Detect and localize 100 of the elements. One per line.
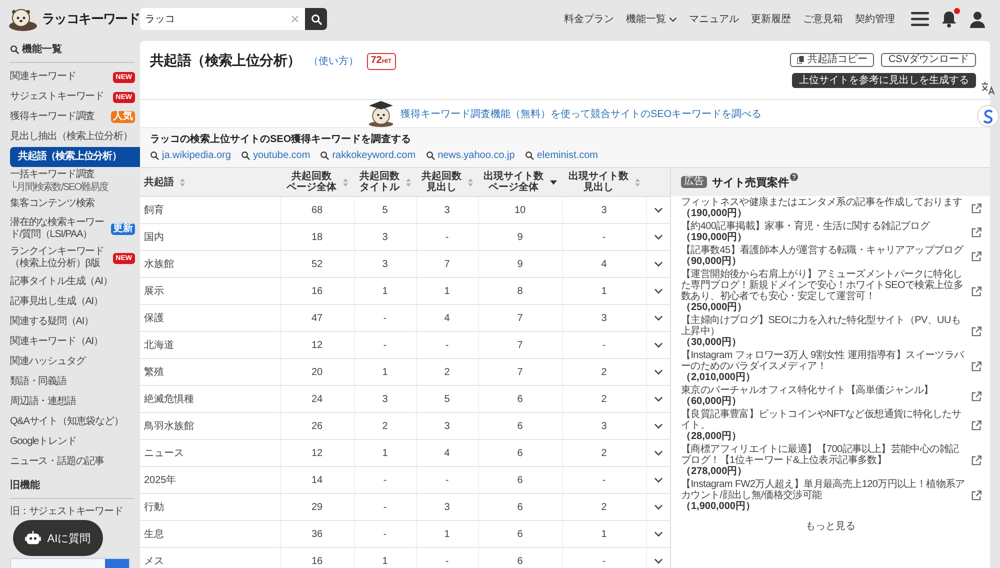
- help-icon[interactable]: [790, 173, 798, 181]
- column-header[interactable]: 共起回数 見出し: [416, 168, 478, 196]
- chevron-down-icon[interactable]: [654, 342, 663, 348]
- nav-link[interactable]: 機能一覧: [626, 12, 677, 26]
- logo-text[interactable]: ラッコキーワード: [42, 10, 140, 28]
- otter-icon[interactable]: [8, 7, 38, 31]
- chevron-down-icon[interactable]: [654, 234, 663, 240]
- listing-link[interactable]: 【主婦向けブログ】SEOに力を入れた特化型サイト（PV、UUも上昇中） （30,000円）: [671, 314, 990, 349]
- column-header[interactable]: 出現サイト数 見出し: [562, 168, 646, 196]
- listing-link[interactable]: 【商標アフィリエイトに最適】【700記事以上】芸能中心の雑記ブログ！【1位キーワード&上位表示記事多数】 （278,000円）: [671, 443, 990, 478]
- nav-link[interactable]: 料金プラン: [564, 12, 614, 26]
- table-cell: 5: [416, 386, 478, 412]
- sidebar-item[interactable]: 周辺語・連想語: [0, 392, 140, 412]
- column-header[interactable]: 出現サイト数 ページ全体: [478, 168, 562, 196]
- table-cell: 水族館: [140, 250, 280, 278]
- listing-link[interactable]: 【記事数45】看護師本人が運営する転職・キャリアアップブログ （90,000円）: [671, 244, 990, 268]
- table-cell: 3: [562, 412, 646, 440]
- table-cell: 7: [478, 358, 562, 386]
- listing-link[interactable]: 【良質記事豊富】ビットコインやNFTなど仮想通貨に特化したサイト。 （28,000円）: [671, 408, 990, 443]
- listing-link[interactable]: 【運営開始後から右肩上がり】アミューズメントパークに特化した専門ブログ！新規ドメインで安心！ホワイトSEOで検索上位多数あり、初心者でも安心・安定して運営可！ （250,000円）: [671, 268, 990, 314]
- sidebar-item[interactable]: 関連する疑問（AI）: [0, 312, 140, 332]
- table-cell: 20: [280, 358, 354, 386]
- sidebar-item[interactable]: 記事タイトル生成（AI）: [0, 272, 140, 292]
- chevron-down-icon[interactable]: [654, 368, 663, 374]
- column-header[interactable]: 共起回数 タイトル: [354, 168, 416, 196]
- column-header[interactable]: 共起回数 ページ全体: [280, 168, 354, 196]
- sidebar-item[interactable]: 獲得キーワード調査 人気: [0, 107, 140, 127]
- chevron-down-icon[interactable]: [654, 504, 663, 510]
- search-icon: [320, 151, 330, 160]
- listing-link[interactable]: フィットネスや健康またはエンタメ系の記事を作成しております （190,000円）: [671, 196, 990, 220]
- section-heading: ラッコの検索上位サイトのSEO獲得キーワードを調査する: [150, 133, 412, 146]
- sidebar-item[interactable]: 一括キーワード調査 └月間検索数/SEO難易度: [0, 167, 140, 194]
- sidebar-item[interactable]: 旧：サジェストキーワード: [0, 502, 140, 518]
- robot-icon: [25, 531, 42, 545]
- site-link[interactable]: ja.wikipedia.org: [150, 149, 231, 162]
- copy-button[interactable]: 共起語コピー: [790, 53, 874, 67]
- chevron-down-icon[interactable]: [654, 206, 663, 212]
- chevron-down-icon[interactable]: [654, 476, 663, 482]
- table-cell: 3: [354, 250, 416, 278]
- table-cell: ニュース: [140, 440, 280, 466]
- external-link-icon: [971, 490, 982, 501]
- sidebar-item[interactable]: 類語・同義語: [0, 372, 140, 392]
- site-link[interactable]: youtube.com: [240, 149, 310, 162]
- table-cell: 29: [280, 494, 354, 520]
- sidebar-item[interactable]: Googleトレンド: [0, 432, 140, 452]
- sidebar-item[interactable]: 記事見出し生成（AI）: [0, 292, 140, 312]
- user-icon[interactable]: [969, 10, 986, 28]
- nav-link[interactable]: 更新履歴: [751, 12, 791, 26]
- swirl-icon[interactable]: [977, 105, 999, 127]
- help-link[interactable]: （使い方）: [308, 54, 359, 68]
- generate-headings-button[interactable]: 上位サイトを参考に見出しを生成する: [792, 73, 976, 88]
- banner-link[interactable]: 獲得キーワード調査機能（無料）を使って競合サイトのSEOキーワードを調べる: [400, 106, 762, 120]
- table-cell: -: [562, 224, 646, 250]
- sidebar-item[interactable]: 見出し抽出（検索上位分析）: [0, 127, 140, 147]
- translate-icon[interactable]: [981, 81, 995, 95]
- sidebar-item[interactable]: 共起語（検索上位分析）: [10, 147, 140, 167]
- table-cell: 3: [562, 304, 646, 332]
- chevron-down-icon[interactable]: [654, 558, 663, 564]
- chevron-down-icon[interactable]: [654, 530, 663, 536]
- bell-icon[interactable]: [941, 10, 957, 28]
- site-link[interactable]: rakkokeyword.com: [320, 149, 416, 162]
- search-button[interactable]: [305, 8, 327, 30]
- table-cell: 7: [478, 332, 562, 358]
- table-cell: 4: [416, 304, 478, 332]
- external-link-icon: [971, 390, 982, 402]
- nav-link[interactable]: 契約管理: [855, 12, 895, 26]
- table-cell: -: [416, 548, 478, 568]
- site-link[interactable]: eleminist.com: [524, 149, 598, 162]
- sort-descending-icon[interactable]: [550, 180, 556, 184]
- listing-link[interactable]: 東京のバーチャルオフィス特化サイト【高単価ジャンル】 （60,000円）: [671, 384, 990, 408]
- listing-link[interactable]: 【Instagram FW2万人超え】単月最高売上120万円以上！植物系アカウント/顔出し無/価格交渉可能 （1,900,000円）: [671, 478, 990, 513]
- chevron-down-icon[interactable]: [654, 422, 663, 428]
- more-link[interactable]: もっと見る: [806, 513, 856, 539]
- listing-link[interactable]: 【約400記事掲載】家事・育児・生活に関する雑記ブログ （190,000円）: [671, 220, 990, 244]
- table-cell: 2: [416, 358, 478, 386]
- sidebar-item[interactable]: Q&Aサイト（知恵袋など）: [0, 412, 140, 432]
- nav-link[interactable]: マニュアル: [689, 12, 739, 26]
- search-field[interactable]: ラッコ: [140, 8, 305, 30]
- sidebar-item[interactable]: 関連ハッシュタグ: [0, 352, 140, 372]
- chevron-down-icon[interactable]: [654, 260, 663, 266]
- listing-link[interactable]: 【Instagram フォロワー3万人 9割女性 運用指導有】スイーツラバーのためのパラダイスメディア！ （2,010,000円）: [671, 349, 990, 384]
- table-cell: 2: [562, 386, 646, 412]
- chevron-down-icon[interactable]: [654, 450, 663, 456]
- column-header[interactable]: 共起語: [140, 168, 280, 196]
- site-link[interactable]: news.yahoo.co.jp: [426, 149, 515, 162]
- sidebar-item[interactable]: 集客コンテンツ検索: [0, 194, 140, 214]
- sidebar-item[interactable]: ニュース・話題の記事: [0, 452, 140, 472]
- sidebar-item[interactable]: 関連キーワード（AI）: [0, 332, 140, 352]
- chevron-down-icon[interactable]: [654, 314, 663, 320]
- chevron-down-icon[interactable]: [654, 396, 663, 402]
- table-cell: 3: [354, 224, 416, 250]
- menu-icon[interactable]: [911, 12, 929, 26]
- table-cell: 2: [562, 358, 646, 386]
- ad-label-badge: 広告: [681, 176, 707, 188]
- chevron-down-icon[interactable]: [654, 288, 663, 294]
- ai-chat-button[interactable]: AIに質問: [13, 520, 103, 556]
- table-cell: -: [416, 332, 478, 358]
- csv-download-button[interactable]: CSVダウンロード: [881, 53, 976, 67]
- nav-link[interactable]: ご意見箱: [803, 12, 843, 26]
- search-icon: [10, 45, 19, 54]
